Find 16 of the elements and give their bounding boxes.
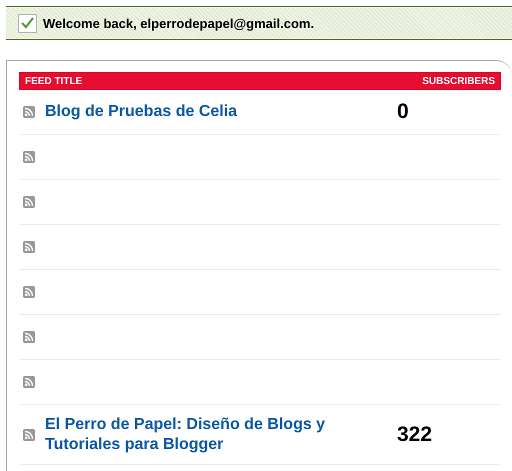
column-header: FEED TITLE [25, 76, 82, 86]
check-icon [21, 17, 34, 29]
subscriber-count: 0 [397, 100, 410, 124]
feed-title-link[interactable]: El Perro de Papel: Diseño de Blogs y Tutoriales para Blogger [45, 414, 375, 454]
rss-icon [23, 106, 35, 118]
column-header: SUBSCRIBERS [422, 76, 495, 86]
rss-icon [23, 428, 35, 440]
subscriber-count: 322 [397, 422, 434, 446]
rss-icon [23, 331, 35, 343]
rss-icon [23, 196, 35, 208]
welcome-message: Welcome back, elperrodepapel@gmail.com. [43, 16, 314, 30]
rss-icon [23, 376, 35, 388]
rss-icon [23, 286, 35, 298]
rss-icon [23, 241, 35, 253]
feed-title-link[interactable]: Blog de Pruebas de Celia [45, 102, 375, 122]
rss-icon [23, 151, 35, 163]
